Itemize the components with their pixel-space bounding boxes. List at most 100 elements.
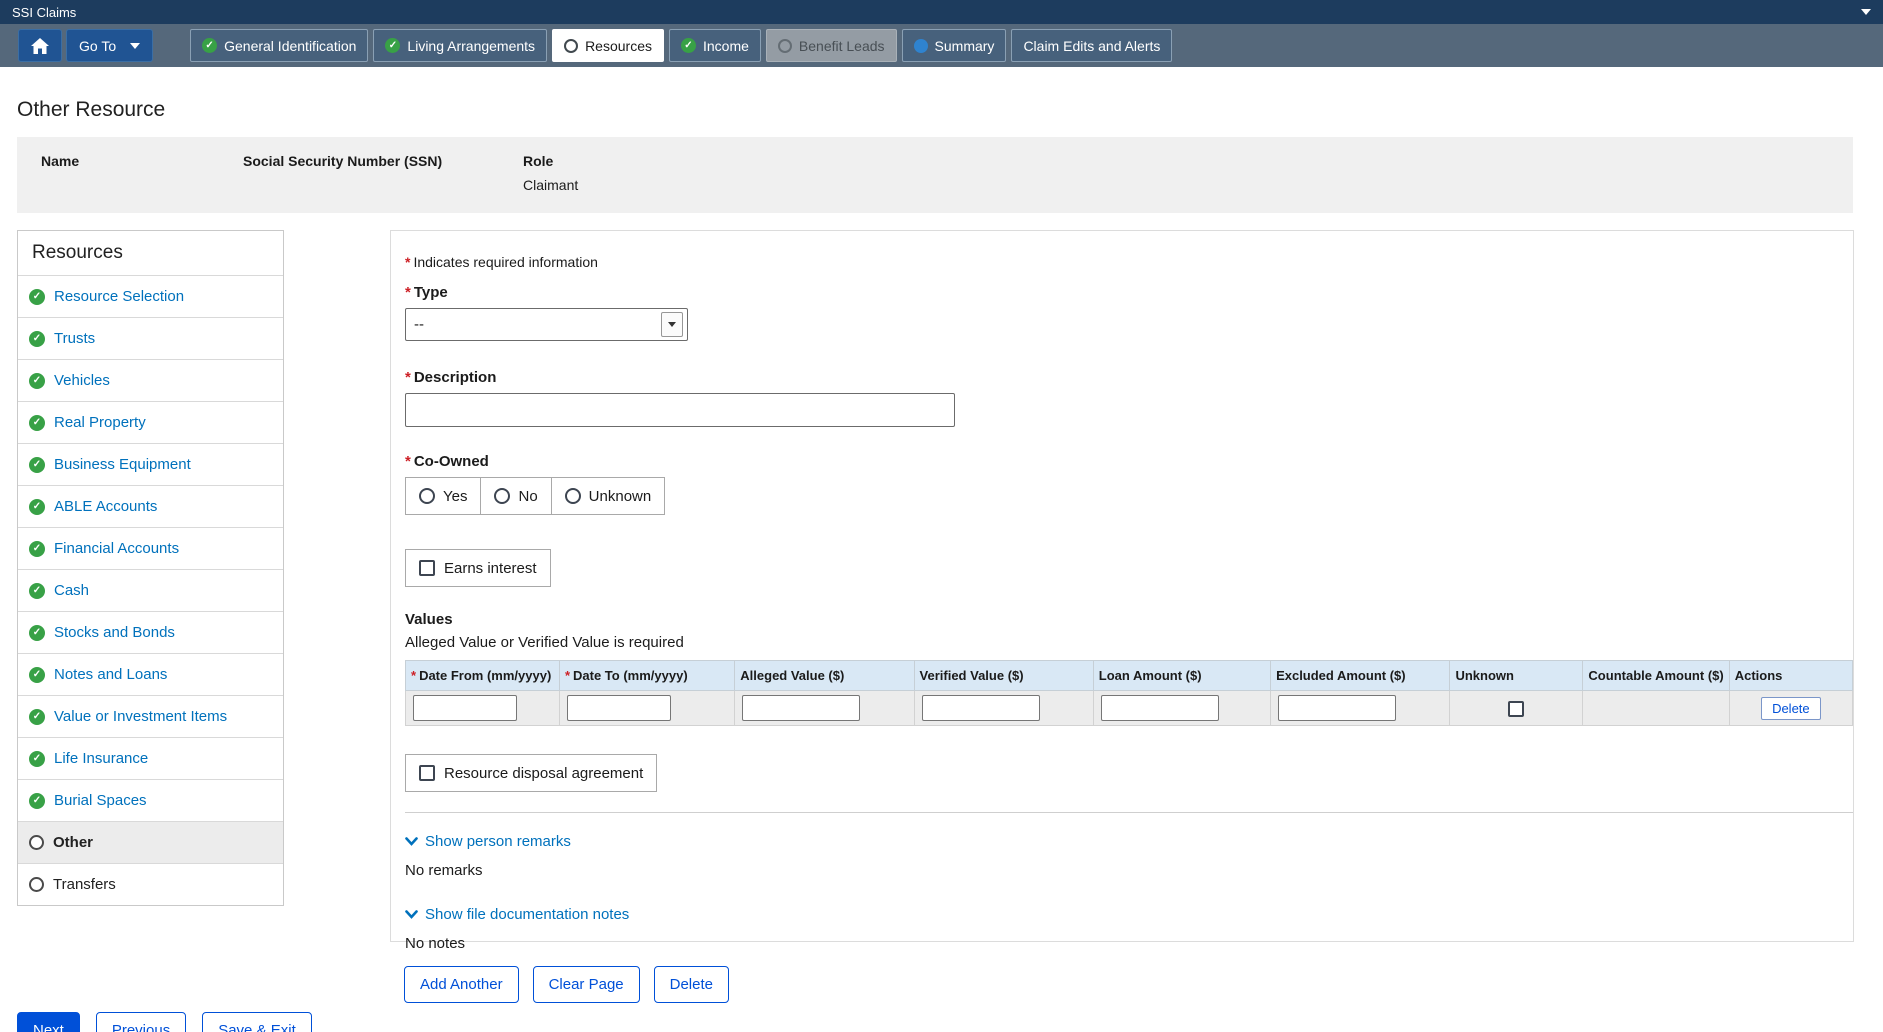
tab-general-identification[interactable]: General Identification xyxy=(190,29,368,62)
clear-page-button[interactable]: Clear Page xyxy=(533,966,640,1003)
go-to-dropdown[interactable]: Go To xyxy=(66,29,153,62)
sidebar-item-label: Trusts xyxy=(54,330,95,347)
sidebar-item-label: Value or Investment Items xyxy=(54,708,227,725)
home-icon xyxy=(31,38,49,54)
show-file-documentation-notes-toggle[interactable]: Show file documentation notes xyxy=(405,906,629,923)
earns-interest-checkbox[interactable]: Earns interest xyxy=(405,549,551,587)
co-owned-yes-radio[interactable]: Yes xyxy=(406,478,480,514)
required-marker: * xyxy=(565,668,570,683)
sidebar-item-label: Cash xyxy=(54,582,89,599)
sidebar-item-other[interactable]: Other xyxy=(18,821,283,863)
sidebar-item-label: Other xyxy=(53,834,93,851)
circle-icon xyxy=(29,835,44,850)
col-date-from: *Date From (mm/yyyy) xyxy=(406,661,560,691)
sidebar-item-financial-accounts[interactable]: Financial Accounts xyxy=(18,527,283,569)
co-owned-label: *Co-Owned xyxy=(405,453,1853,470)
sidebar-item-resource-selection[interactable]: Resource Selection xyxy=(18,275,283,317)
sidebar-item-vehicles[interactable]: Vehicles xyxy=(18,359,283,401)
radio-label: Yes xyxy=(443,488,467,505)
co-owned-label-text: Co-Owned xyxy=(414,453,489,470)
check-circle-icon xyxy=(29,541,45,557)
type-select[interactable]: -- xyxy=(405,308,688,341)
co-owned-unknown-radio[interactable]: Unknown xyxy=(551,478,665,514)
col-actions: Actions xyxy=(1729,661,1852,691)
check-circle-icon xyxy=(29,625,45,641)
col-label: Unknown xyxy=(1455,668,1514,683)
claimant-name-column: Name xyxy=(41,153,79,177)
tab-label: General Identification xyxy=(224,38,356,54)
date-to-input[interactable] xyxy=(567,695,671,721)
date-from-input[interactable] xyxy=(413,695,517,721)
tab-claim-edits-and-alerts[interactable]: Claim Edits and Alerts xyxy=(1011,29,1172,62)
radio-icon xyxy=(565,488,581,504)
check-circle-icon xyxy=(29,793,45,809)
check-circle-icon xyxy=(29,373,45,389)
row-delete-button[interactable]: Delete xyxy=(1761,697,1821,720)
check-circle-icon xyxy=(29,499,45,515)
sidebar-item-business-equipment[interactable]: Business Equipment xyxy=(18,443,283,485)
required-marker: * xyxy=(405,254,410,270)
role-value: Claimant xyxy=(523,177,578,193)
tab-income[interactable]: Income xyxy=(669,29,761,62)
radio-label: No xyxy=(518,488,537,505)
claimant-ssn-column: Social Security Number (SSN) xyxy=(243,153,442,177)
checkbox-icon xyxy=(419,765,435,781)
col-excluded-amount: Excluded Amount ($) xyxy=(1271,661,1450,691)
col-countable-amount: Countable Amount ($) xyxy=(1583,661,1729,691)
add-another-button[interactable]: Add Another xyxy=(404,966,519,1003)
circle-icon xyxy=(778,39,792,53)
delete-button[interactable]: Delete xyxy=(654,966,729,1003)
sidebar-item-label: Notes and Loans xyxy=(54,666,167,683)
sidebar-item-trusts[interactable]: Trusts xyxy=(18,317,283,359)
verified-value-input[interactable] xyxy=(922,695,1040,721)
page-title: Other Resource xyxy=(17,98,165,122)
loan-amount-input[interactable] xyxy=(1101,695,1219,721)
nav-tabs: General Identification Living Arrangemen… xyxy=(190,29,1172,62)
alleged-value-input[interactable] xyxy=(742,695,860,721)
tab-living-arrangements[interactable]: Living Arrangements xyxy=(373,29,547,62)
next-button[interactable]: Next xyxy=(17,1012,80,1032)
values-section-title: Values xyxy=(405,611,1853,628)
wizard-navigation: Next Previous Save & Exit xyxy=(17,1012,312,1032)
tab-benefit-leads[interactable]: Benefit Leads xyxy=(766,29,897,62)
co-owned-no-radio[interactable]: No xyxy=(480,478,550,514)
sidebar-item-label: Vehicles xyxy=(54,372,110,389)
tab-summary[interactable]: Summary xyxy=(902,29,1007,62)
toggle-label: Show person remarks xyxy=(425,833,571,850)
sidebar-item-cash[interactable]: Cash xyxy=(18,569,283,611)
name-label: Name xyxy=(41,153,79,169)
check-circle-icon xyxy=(29,583,45,599)
required-marker: * xyxy=(405,453,411,470)
circle-icon xyxy=(564,39,578,53)
col-label: Date From (mm/yyyy) xyxy=(419,668,551,683)
ssn-label: Social Security Number (SSN) xyxy=(243,153,442,169)
main-nav: Go To General Identification Living Arra… xyxy=(0,24,1883,67)
excluded-amount-input[interactable] xyxy=(1278,695,1396,721)
sidebar-item-transfers[interactable]: Transfers xyxy=(18,863,283,905)
sidebar-item-stocks-and-bonds[interactable]: Stocks and Bonds xyxy=(18,611,283,653)
home-button[interactable] xyxy=(18,29,62,62)
caret-down-icon[interactable] xyxy=(1861,9,1871,15)
sidebar-item-able-accounts[interactable]: ABLE Accounts xyxy=(18,485,283,527)
type-label-text: Type xyxy=(414,284,448,301)
sidebar-item-label: Financial Accounts xyxy=(54,540,179,557)
sidebar-item-burial-spaces[interactable]: Burial Spaces xyxy=(18,779,283,821)
resource-disposal-checkbox[interactable]: Resource disposal agreement xyxy=(405,754,657,792)
check-circle-icon xyxy=(29,331,45,347)
chevron-down-icon xyxy=(405,910,418,919)
unknown-checkbox[interactable] xyxy=(1508,701,1524,717)
col-verified-value: Verified Value ($) xyxy=(914,661,1093,691)
col-alleged-value: Alleged Value ($) xyxy=(735,661,914,691)
sidebar-item-life-insurance[interactable]: Life Insurance xyxy=(18,737,283,779)
sidebar-item-notes-and-loans[interactable]: Notes and Loans xyxy=(18,653,283,695)
tab-resources[interactable]: Resources xyxy=(552,29,664,62)
description-input[interactable] xyxy=(405,393,955,427)
previous-button[interactable]: Previous xyxy=(96,1012,186,1032)
show-person-remarks-toggle[interactable]: Show person remarks xyxy=(405,833,571,850)
sidebar-item-value-or-investment-items[interactable]: Value or Investment Items xyxy=(18,695,283,737)
save-exit-button[interactable]: Save & Exit xyxy=(202,1012,312,1032)
sidebar-item-real-property[interactable]: Real Property xyxy=(18,401,283,443)
resources-sidebar: Resources Resource Selection Trusts Vehi… xyxy=(17,230,284,906)
check-circle-icon xyxy=(202,38,217,53)
tab-label: Resources xyxy=(585,38,652,54)
